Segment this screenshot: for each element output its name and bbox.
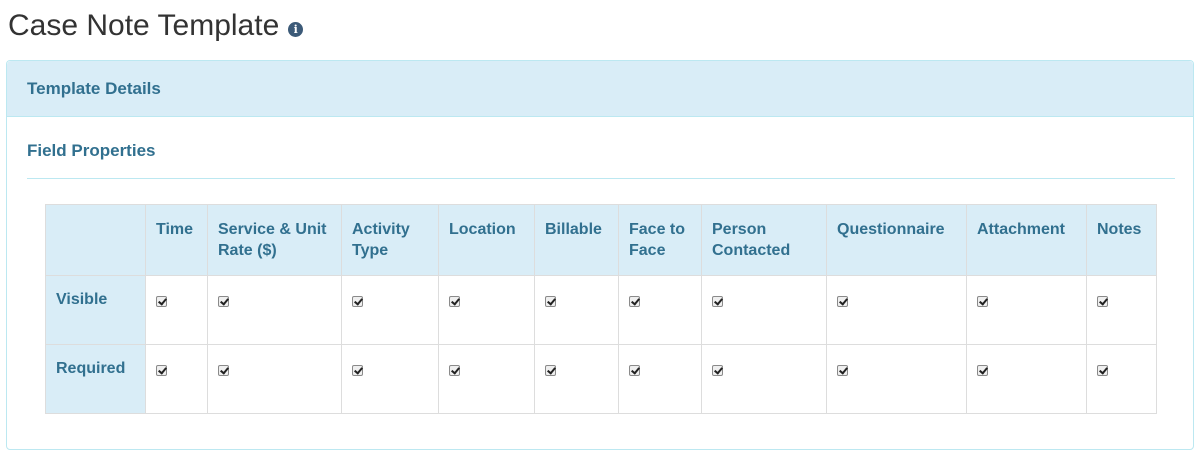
- info-icon[interactable]: i: [288, 21, 304, 37]
- panel-heading: Template Details: [7, 61, 1193, 117]
- column-header: Time: [145, 204, 208, 276]
- checkbox[interactable]: [629, 296, 640, 307]
- table-cell: [966, 344, 1087, 414]
- table-cell: [826, 344, 967, 414]
- table-cell: [1086, 275, 1157, 345]
- checkbox[interactable]: [1097, 365, 1108, 376]
- table-cell: [438, 344, 535, 414]
- checkbox[interactable]: [352, 296, 363, 307]
- row-header: Visible: [45, 275, 146, 345]
- column-header: Location: [438, 204, 535, 276]
- table-cell: [534, 275, 619, 345]
- checkbox[interactable]: [545, 296, 556, 307]
- table-cell: [145, 275, 208, 345]
- checkbox[interactable]: [449, 365, 460, 376]
- checkbox[interactable]: [156, 365, 167, 376]
- table-cell: [534, 344, 619, 414]
- table-cell: [618, 275, 702, 345]
- table-row: Required: [45, 344, 1157, 414]
- checkbox[interactable]: [545, 365, 556, 376]
- checkbox[interactable]: [712, 296, 723, 307]
- checkbox[interactable]: [352, 365, 363, 376]
- checkbox[interactable]: [977, 296, 988, 307]
- checkbox[interactable]: [629, 365, 640, 376]
- table-cell: [207, 275, 342, 345]
- table-cell: [438, 275, 535, 345]
- checkbox[interactable]: [218, 365, 229, 376]
- table-cell: [207, 344, 342, 414]
- field-properties-table: Time Service & Unit Rate ($) Activity Ty…: [45, 204, 1157, 414]
- table-row: Visible: [45, 275, 1157, 345]
- checkbox[interactable]: [156, 296, 167, 307]
- checkbox[interactable]: [837, 296, 848, 307]
- table-cell: [701, 344, 827, 414]
- checkbox[interactable]: [1097, 296, 1108, 307]
- checkbox[interactable]: [977, 365, 988, 376]
- row-header: Required: [45, 344, 146, 414]
- table-cell: [341, 275, 439, 345]
- corner-header-cell: [45, 204, 146, 276]
- column-header: Attachment: [966, 204, 1087, 276]
- column-header: Service & Unit Rate ($): [207, 204, 342, 276]
- table-cell: [145, 344, 208, 414]
- column-header: Billable: [534, 204, 619, 276]
- checkbox[interactable]: [837, 365, 848, 376]
- checkbox[interactable]: [218, 296, 229, 307]
- section-divider: [27, 178, 1175, 179]
- panel-heading-text: Template Details: [27, 78, 161, 98]
- table-cell: [966, 275, 1087, 345]
- table-cell: [701, 275, 827, 345]
- table-cell: [1086, 344, 1157, 414]
- checkbox[interactable]: [449, 296, 460, 307]
- column-header: Face to Face: [618, 204, 702, 276]
- table-cell: [618, 344, 702, 414]
- column-header: Questionnaire: [826, 204, 967, 276]
- page-title-text: Case Note Template: [8, 9, 280, 42]
- page-title: Case Note Template i: [8, 6, 304, 46]
- table-cell: [341, 344, 439, 414]
- column-header: Person Contacted: [701, 204, 827, 276]
- table-header-row: Time Service & Unit Rate ($) Activity Ty…: [45, 204, 1157, 276]
- checkbox[interactable]: [712, 365, 723, 376]
- template-details-panel: Template Details Field Properties Time S…: [6, 60, 1194, 450]
- column-header: Notes: [1086, 204, 1157, 276]
- table-cell: [826, 275, 967, 345]
- column-header: Activity Type: [341, 204, 439, 276]
- section-title: Field Properties: [27, 141, 156, 160]
